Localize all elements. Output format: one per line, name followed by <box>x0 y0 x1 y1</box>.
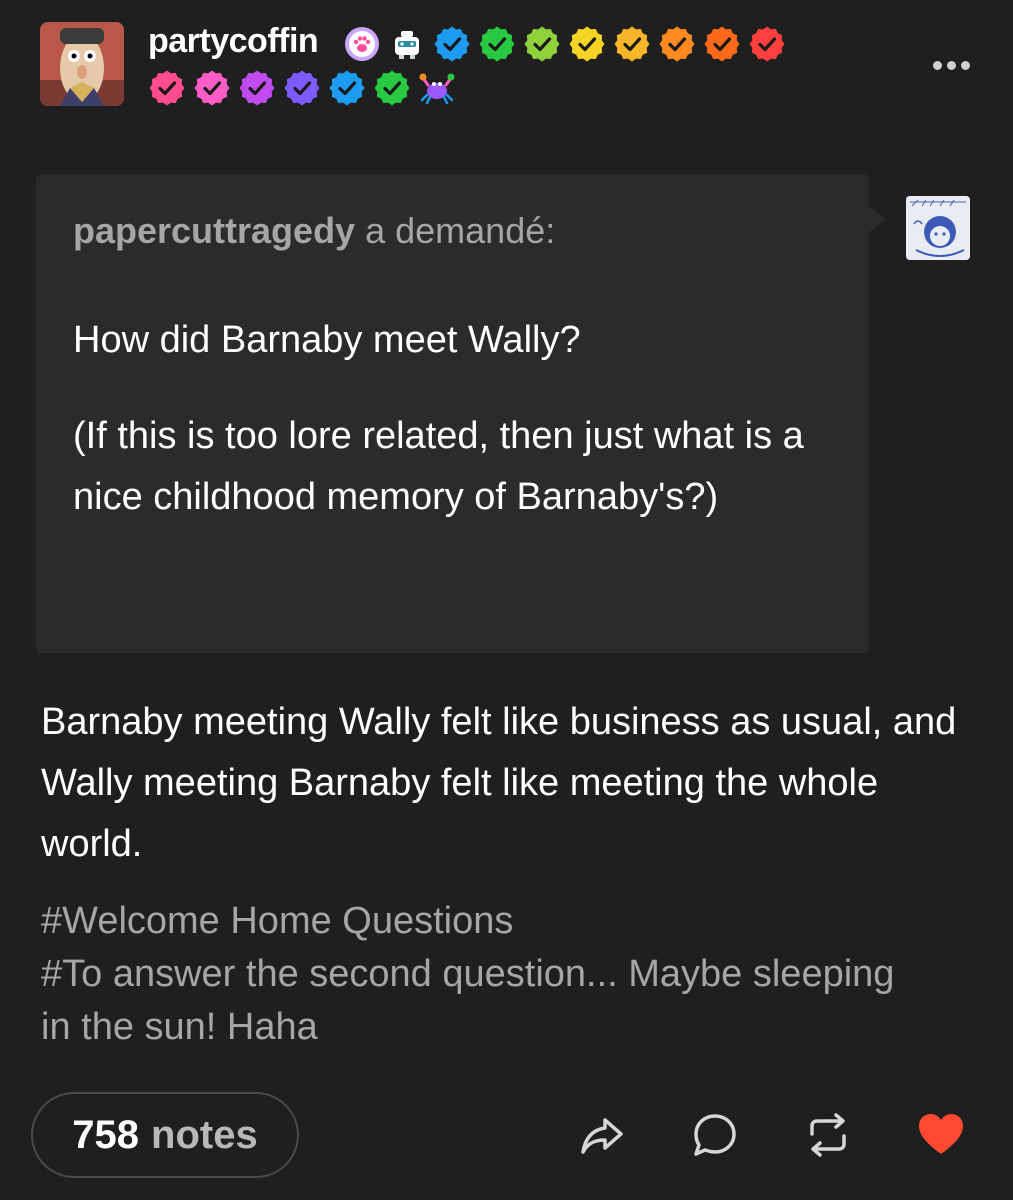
ask-question-line1: How did Barnaby meet Wally? <box>73 319 581 361</box>
reblog-button[interactable] <box>803 1110 853 1160</box>
checkmark-badge-icon[interactable] <box>328 69 366 107</box>
checkmark-badge-icon[interactable] <box>568 25 606 63</box>
checkmark-badge-icon[interactable] <box>658 25 696 63</box>
more-options-button[interactable] <box>929 50 973 80</box>
notes-button[interactable]: 758 notes <box>31 1092 299 1178</box>
checkmark-badge-icon[interactable] <box>283 69 321 107</box>
share-icon <box>581 1118 623 1154</box>
checkmark-badge-icon[interactable] <box>748 25 786 63</box>
checkmark-badge-icon[interactable] <box>148 69 186 107</box>
notes-label: notes <box>151 1112 258 1157</box>
dot-icon <box>946 60 956 70</box>
reblog-icon <box>810 1113 846 1157</box>
ask-header: papercuttragedy a demandé: <box>73 210 555 252</box>
like-button[interactable] <box>916 1110 966 1160</box>
ask-bubble-pointer <box>868 205 886 233</box>
ask-verb: a demandé: <box>365 210 556 251</box>
checkmark-badge-icon[interactable] <box>703 25 741 63</box>
tag-link[interactable]: #To answer the second question... Maybe … <box>41 948 901 1054</box>
blog-avatar[interactable] <box>40 22 124 106</box>
paw-badge-icon[interactable] <box>343 25 381 63</box>
reply-button[interactable] <box>690 1110 740 1160</box>
tag-link[interactable]: #Welcome Home Questions <box>41 895 901 948</box>
heart-icon <box>919 1114 963 1154</box>
checkmark-badge-icon[interactable] <box>193 69 231 107</box>
checkmark-badge-icon[interactable] <box>238 69 276 107</box>
dot-icon <box>960 60 970 70</box>
robot-badge-icon[interactable] <box>388 25 426 63</box>
checkmark-badge-icon[interactable] <box>433 25 471 63</box>
tags-list: #Welcome Home Questions #To answer the s… <box>41 895 901 1054</box>
checkmark-badge-icon[interactable] <box>613 25 651 63</box>
badge-row-2 <box>148 68 456 108</box>
ask-question-line2: (If this is too lore related, then just … <box>73 415 804 518</box>
blog-name-link[interactable]: partycoffin <box>148 22 319 61</box>
asker-name-link[interactable]: papercuttragedy <box>73 210 355 251</box>
crab-badge-icon[interactable] <box>418 69 456 107</box>
answer-text: Barnaby meeting Wally felt like business… <box>41 701 957 865</box>
post-card: partycoffin papercuttragedy a demandé: H… <box>0 0 1013 1200</box>
dot-icon <box>932 60 942 70</box>
comment-icon <box>694 1114 736 1156</box>
checkmark-badge-icon[interactable] <box>478 25 516 63</box>
badge-row-1 <box>343 24 786 64</box>
notes-count: 758 <box>72 1112 140 1157</box>
share-button[interactable] <box>577 1110 627 1160</box>
asker-avatar[interactable] <box>906 196 970 260</box>
checkmark-badge-icon[interactable] <box>373 69 411 107</box>
checkmark-badge-icon[interactable] <box>523 25 561 63</box>
